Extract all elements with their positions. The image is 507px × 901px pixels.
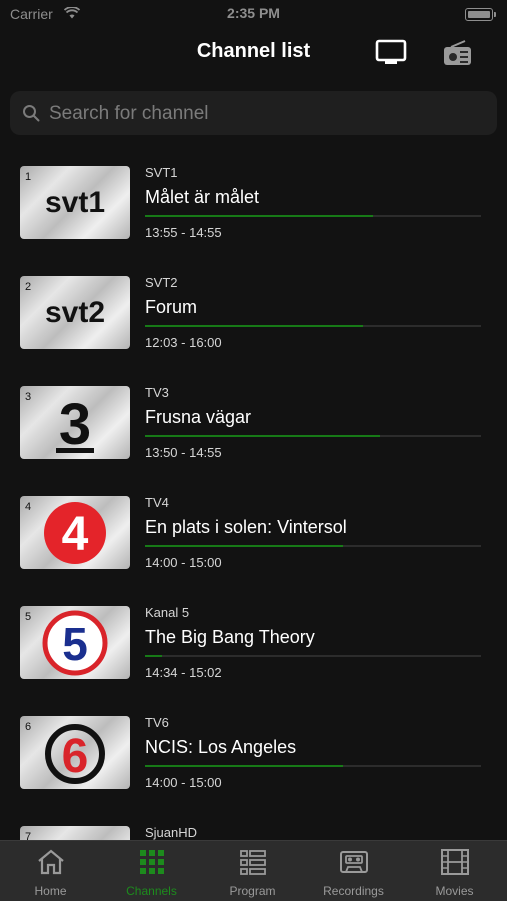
- program-time: 12:03 - 16:00: [145, 335, 222, 350]
- channel-logo-sjuan: 7: [20, 826, 130, 840]
- program-title: The Big Bang Theory: [145, 627, 315, 647]
- channel-name: SjuanHD: [145, 825, 198, 840]
- svt2-logo-text: svt2: [45, 296, 105, 329]
- program-time: 13:55 - 14:55: [145, 225, 222, 240]
- search-icon: [23, 105, 40, 122]
- channel-row[interactable]: 1 svt1 SVT1 Målet är målet 13:55 - 14:55: [0, 150, 507, 260]
- film-icon: [441, 849, 469, 875]
- tab-label: Program: [229, 884, 276, 898]
- progress-bar: [145, 435, 481, 437]
- radio-mode-button[interactable]: [441, 38, 475, 68]
- channel-name: TV3: [145, 385, 169, 400]
- program-time: 14:00 - 15:00: [145, 775, 222, 790]
- progress-fill: [145, 655, 162, 657]
- tv3-logo-text: 3: [59, 392, 91, 457]
- channel-logo-tv4: 4 4: [20, 496, 130, 569]
- channel-name: Kanal 5: [145, 605, 190, 620]
- channel-logo-kanal5: 5 5: [20, 606, 130, 679]
- channel-row[interactable]: 7 SjuanHD: [0, 810, 507, 840]
- status-time: 2:35 PM: [227, 5, 280, 21]
- tv-icon: [375, 39, 407, 64]
- progress-fill: [145, 215, 374, 217]
- channel-row[interactable]: 2 svt2 SVT2 Forum 12:03 - 16:00: [0, 260, 507, 370]
- progress-fill: [145, 435, 381, 437]
- channel-name: SVT2: [145, 275, 178, 290]
- channel-logo-svt1: 1 svt1: [20, 166, 130, 239]
- progress-bar: [145, 655, 481, 657]
- tab-movies[interactable]: Movies: [404, 841, 505, 901]
- tv4-logo-text: 4: [62, 508, 89, 561]
- program-time: 13:50 - 14:55: [145, 445, 222, 460]
- battery-icon: [465, 8, 496, 21]
- tab-recordings[interactable]: Recordings: [303, 841, 404, 901]
- tab-label: Movies: [435, 884, 474, 898]
- channel-list: 1 svt1 SVT1 Målet är målet 13:55 - 14:55…: [0, 150, 507, 840]
- tab-program[interactable]: Program: [202, 841, 303, 901]
- program-title: En plats i solen: Vintersol: [145, 517, 347, 537]
- radio-icon: [444, 40, 471, 65]
- channel-logo-tv3: 3 3: [20, 386, 130, 459]
- page-title: Channel list: [196, 40, 311, 62]
- channel-row[interactable]: 3 3 TV3 Frusna vägar 13:50 - 14:55: [0, 370, 507, 480]
- search-input[interactable]: [47, 91, 491, 137]
- tab-label: Home: [34, 884, 67, 898]
- tab-channels[interactable]: Channels: [101, 841, 202, 901]
- status-bar: Carrier 2:35 PM: [0, 0, 507, 28]
- list-icon: [240, 850, 266, 875]
- program-time: 14:34 - 15:02: [145, 665, 222, 680]
- progress-fill: [145, 325, 364, 327]
- tab-bar: Home Channels Program Recordings Movies: [0, 840, 507, 901]
- nav-bar: Channel list: [0, 28, 507, 80]
- program-time: 14:00 - 15:00: [145, 555, 222, 570]
- grid-icon: [140, 850, 164, 874]
- progress-fill: [145, 765, 344, 767]
- program-title: NCIS: Los Angeles: [145, 737, 297, 757]
- channel-logo-svt2: 2 svt2: [20, 276, 130, 349]
- program-title: Forum: [145, 297, 198, 317]
- channel-name: SVT1: [145, 165, 178, 180]
- cassette-icon: [340, 851, 368, 873]
- search-bar: [10, 91, 497, 137]
- tab-home[interactable]: Home: [0, 841, 101, 901]
- channel-logo-tv6: 6 6: [20, 716, 130, 789]
- tv-mode-button[interactable]: [374, 38, 408, 68]
- progress-bar: [145, 545, 481, 547]
- progress-bar: [145, 325, 481, 327]
- progress-bar: [145, 765, 481, 767]
- svt1-logo-text: svt1: [45, 186, 105, 219]
- program-title: Frusna vägar: [145, 407, 252, 427]
- channel-row[interactable]: 6 6 TV6 NCIS: Los Angeles 14:00 - 15:00: [0, 700, 507, 810]
- channel-row[interactable]: 4 4 TV4 En plats i solen: Vintersol 14:0…: [0, 480, 507, 590]
- kanal5-logo-text: 5: [62, 618, 88, 670]
- tv6-logo-text: 6: [62, 730, 89, 783]
- channel-name: TV6: [145, 715, 169, 730]
- progress-bar: [145, 215, 481, 217]
- progress-fill: [145, 545, 344, 547]
- tab-label: Channels: [126, 884, 177, 898]
- channel-name: TV4: [145, 495, 169, 510]
- program-title: Målet är målet: [145, 187, 260, 207]
- home-icon: [38, 849, 64, 875]
- tab-label: Recordings: [323, 884, 384, 898]
- channel-row[interactable]: 5 5 Kanal 5 The Big Bang Theory 14:34 - …: [0, 590, 507, 700]
